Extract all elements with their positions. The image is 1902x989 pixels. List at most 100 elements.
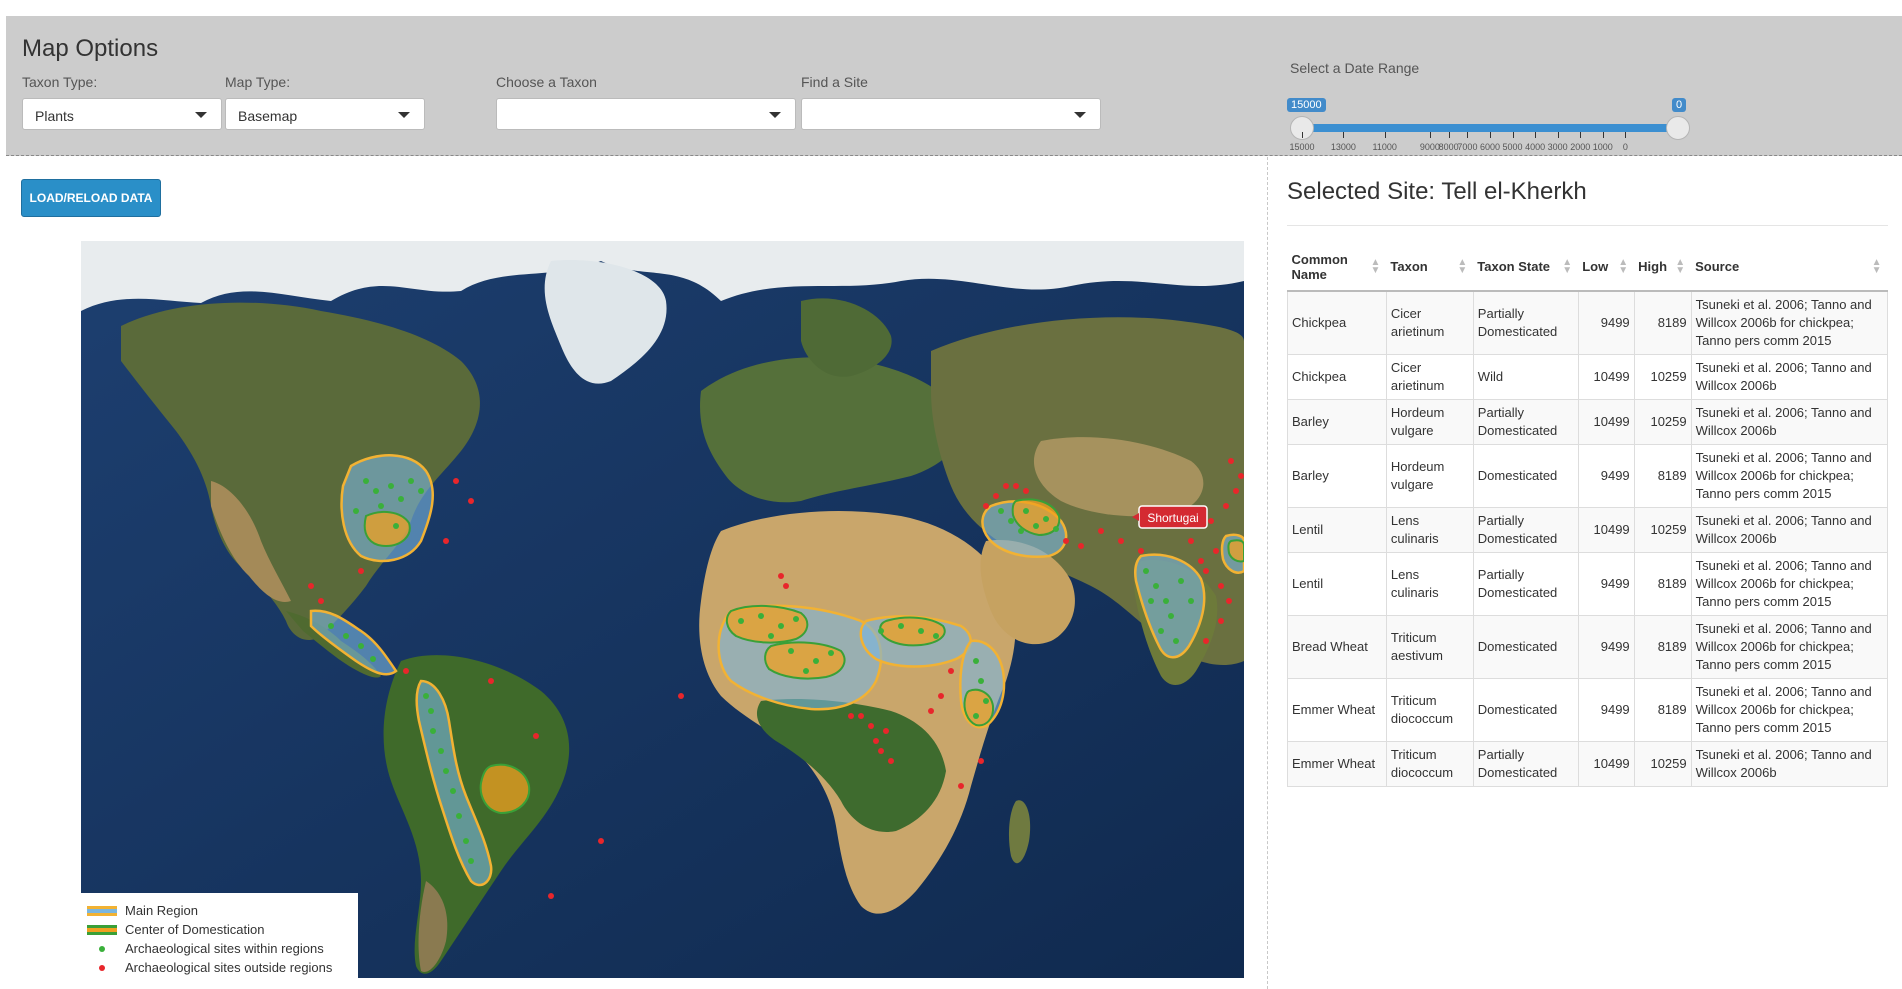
site-marker[interactable] xyxy=(1098,528,1104,534)
site-marker[interactable] xyxy=(878,628,884,634)
site-marker[interactable] xyxy=(828,650,834,656)
site-marker[interactable] xyxy=(398,496,404,502)
site-marker[interactable] xyxy=(938,693,944,699)
site-marker[interactable] xyxy=(1003,483,1009,489)
table-row[interactable]: Barley Hordeum vulgare Partially Domestica… xyxy=(1287,399,1889,445)
site-marker[interactable] xyxy=(1198,558,1204,564)
site-marker[interactable] xyxy=(803,668,809,674)
site-marker[interactable] xyxy=(1053,526,1059,532)
sort-icon[interactable]: ▲ ▼ xyxy=(1457,257,1467,275)
site-marker[interactable] xyxy=(533,733,539,739)
slider-track[interactable] xyxy=(1302,124,1678,132)
site-marker[interactable] xyxy=(778,623,784,629)
site-marker[interactable] xyxy=(973,713,979,719)
site-marker[interactable] xyxy=(1138,548,1144,554)
site-marker[interactable] xyxy=(973,658,979,664)
site-marker[interactable] xyxy=(548,893,554,899)
site-marker[interactable] xyxy=(1008,518,1014,524)
site-marker[interactable] xyxy=(408,478,414,484)
date-range-slider[interactable]: Select a Date Range 15000 0 15000 13000 11… xyxy=(1286,60,1696,156)
site-marker[interactable] xyxy=(918,628,924,634)
site-marker[interactable] xyxy=(788,648,794,654)
column-header[interactable]: Taxon State ▲ ▼ xyxy=(1473,243,1579,292)
site-marker[interactable] xyxy=(978,678,984,684)
site-marker[interactable] xyxy=(388,483,394,489)
find-site-select[interactable] xyxy=(801,98,1101,130)
column-header[interactable]: Taxon ▲ ▼ xyxy=(1386,243,1474,292)
site-marker[interactable] xyxy=(1013,483,1019,489)
site-marker[interactable] xyxy=(978,758,984,764)
site-marker[interactable] xyxy=(783,583,789,589)
site-marker[interactable] xyxy=(873,738,879,744)
site-marker[interactable] xyxy=(1163,598,1169,604)
site-marker[interactable] xyxy=(443,768,449,774)
table-row[interactable]: Lentil Lens culinaris Partially Domesticat… xyxy=(1287,552,1889,616)
site-marker[interactable] xyxy=(858,713,864,719)
center-ethiopia[interactable] xyxy=(963,688,995,727)
site-marker[interactable] xyxy=(418,488,424,494)
site-marker[interactable] xyxy=(328,623,334,629)
sort-icon[interactable]: ▲ ▼ xyxy=(1618,257,1628,275)
center-sudan[interactable] xyxy=(879,616,946,647)
site-marker[interactable] xyxy=(450,788,456,794)
table-row[interactable]: Emmer Wheat Triticum diococcum Domesticate… xyxy=(1287,678,1889,742)
center-sahel-west[interactable] xyxy=(725,604,809,644)
table-row[interactable]: Barley Hordeum vulgare Domesticated 9499 818… xyxy=(1287,444,1889,508)
site-marker[interactable] xyxy=(898,623,904,629)
site-marker[interactable] xyxy=(983,698,989,704)
site-marker[interactable] xyxy=(353,508,359,514)
site-marker[interactable] xyxy=(343,633,349,639)
site-marker[interactable] xyxy=(1033,523,1039,529)
site-marker[interactable] xyxy=(430,728,436,734)
load-reload-data-button[interactable]: LOAD/RELOAD DATA xyxy=(21,179,161,217)
table-row[interactable]: Emmer Wheat Triticum diococcum Partially D… xyxy=(1287,741,1889,787)
site-marker[interactable] xyxy=(1148,598,1154,604)
site-marker[interactable] xyxy=(438,748,444,754)
site-marker[interactable] xyxy=(1226,598,1232,604)
map-canvas[interactable]: Shortugai xyxy=(81,241,1244,978)
site-marker[interactable] xyxy=(1143,568,1149,574)
site-marker[interactable] xyxy=(1043,516,1049,522)
site-marker[interactable] xyxy=(983,503,989,509)
site-marker[interactable] xyxy=(1168,613,1174,619)
site-marker[interactable] xyxy=(393,523,399,529)
column-header[interactable]: Source ▲ ▼ xyxy=(1691,243,1888,292)
site-marker[interactable] xyxy=(1153,583,1159,589)
site-marker[interactable] xyxy=(358,643,364,649)
column-header[interactable]: Low ▲ ▼ xyxy=(1578,243,1635,292)
site-marker[interactable] xyxy=(778,573,784,579)
site-marker[interactable] xyxy=(468,858,474,864)
site-marker[interactable] xyxy=(468,498,474,504)
site-marker[interactable] xyxy=(1203,638,1209,644)
choose-taxon-select[interactable] xyxy=(496,98,796,130)
site-marker[interactable] xyxy=(1188,538,1194,544)
site-marker[interactable] xyxy=(443,538,449,544)
site-marker[interactable] xyxy=(848,713,854,719)
site-marker[interactable] xyxy=(363,478,369,484)
site-marker[interactable] xyxy=(933,633,939,639)
site-marker[interactable] xyxy=(813,658,819,664)
site-marker[interactable] xyxy=(423,693,429,699)
table-row[interactable]: Bread Wheat Triticum aestivum Domesticated… xyxy=(1287,615,1889,679)
site-marker[interactable] xyxy=(598,838,604,844)
table-row[interactable]: Chickpea Cicer arietinum Wild 10499 10259 Tsu… xyxy=(1287,354,1889,400)
site-marker[interactable] xyxy=(878,748,884,754)
site-marker[interactable] xyxy=(1223,503,1229,509)
map-type-select[interactable]: Basemap xyxy=(225,98,425,130)
site-marker[interactable] xyxy=(888,758,894,764)
sort-icon[interactable]: ▲ ▼ xyxy=(1872,257,1882,275)
site-marker[interactable] xyxy=(998,508,1004,514)
site-marker[interactable] xyxy=(463,838,469,844)
table-row[interactable]: Lentil Lens culinaris Partially Domesticat… xyxy=(1287,507,1889,553)
site-marker[interactable] xyxy=(678,693,684,699)
world-map[interactable]: Shortugai xyxy=(81,241,1244,978)
site-marker[interactable] xyxy=(370,656,376,662)
site-marker[interactable] xyxy=(1208,518,1214,524)
site-marker[interactable] xyxy=(948,668,954,674)
column-header[interactable]: Common Name ▲ ▼ xyxy=(1287,243,1387,292)
sort-icon[interactable]: ▲ ▼ xyxy=(1562,257,1572,275)
site-marker[interactable] xyxy=(928,708,934,714)
center-andes[interactable] xyxy=(479,763,531,815)
site-marker[interactable] xyxy=(1233,488,1239,494)
site-marker[interactable] xyxy=(1078,543,1084,549)
